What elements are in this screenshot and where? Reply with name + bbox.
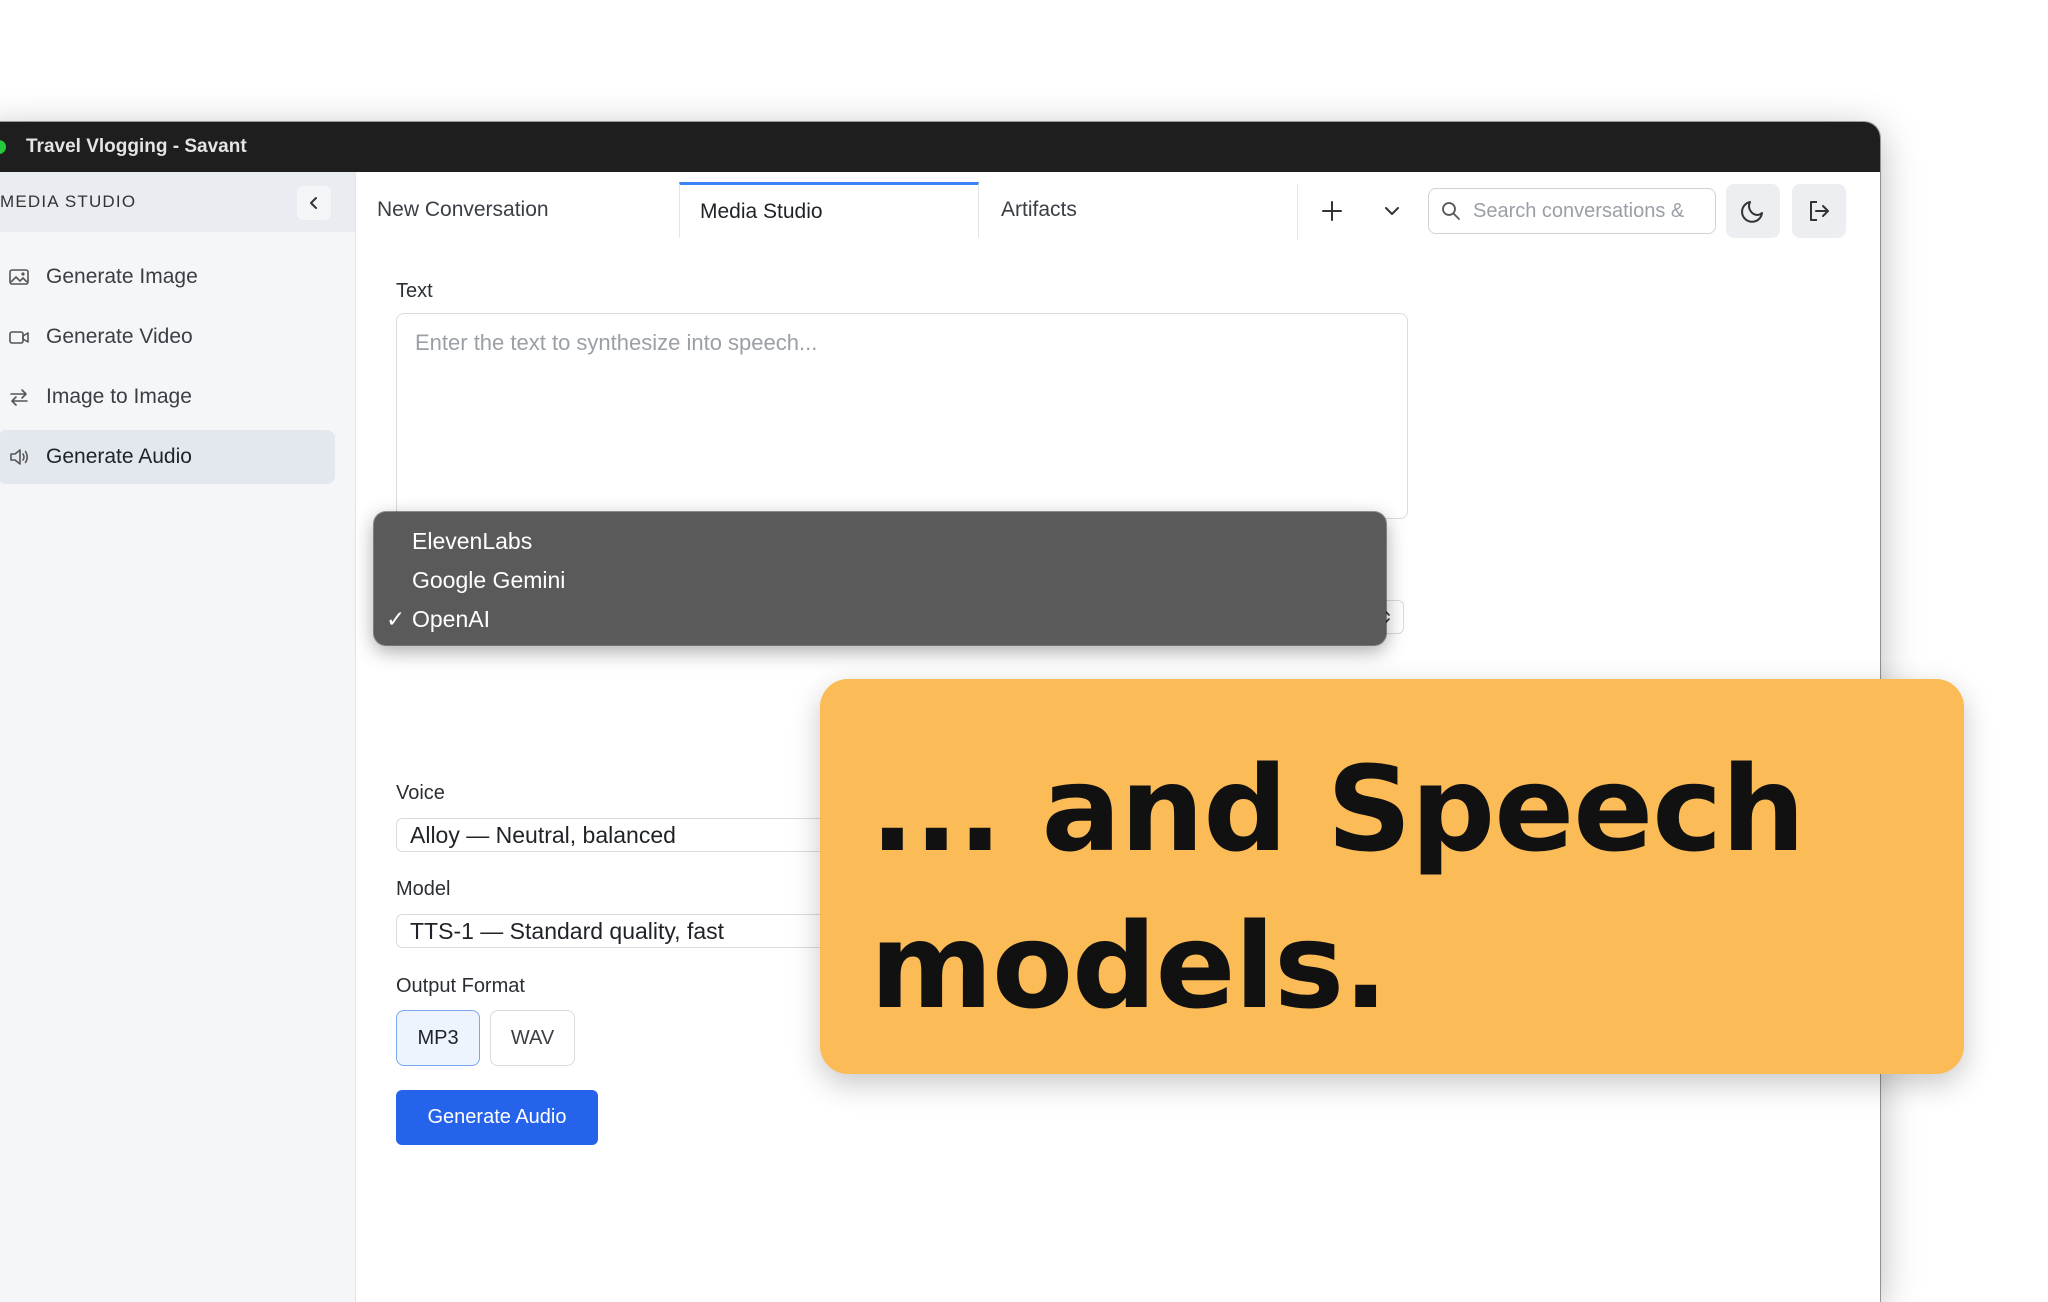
callout-text: ... and Speech models. [870,740,1805,1035]
sidebar-title: MEDIA STUDIO [0,192,137,211]
menu-item-elevenlabs[interactable]: ElevenLabs [374,522,1386,561]
sidebar: MEDIA STUDIO Generate Image Generate Vid… [0,172,356,1302]
callout-banner: ... and Speech models. [820,679,1964,1074]
new-tab-button[interactable] [1305,184,1359,238]
voice-select[interactable]: Alloy — Neutral, balanced [396,818,846,852]
window-control-dot[interactable] [0,140,6,154]
text-input[interactable] [396,313,1408,519]
tab-label: Media Studio [700,199,823,223]
sidebar-item-label: Generate Audio [46,445,192,468]
menu-item-google-gemini[interactable]: Google Gemini [374,561,1386,600]
image-icon [8,266,30,288]
menu-item-label: OpenAI [412,606,490,632]
provider-dropdown-menu: ElevenLabs Google Gemini ✓ OpenAI [374,512,1386,645]
sidebar-item-label: Generate Video [46,325,193,348]
tab-bar: New Conversation Media Studio Artifacts [357,172,1880,252]
speaker-icon [8,446,30,468]
sidebar-nav: Generate Image Generate Video Image to I… [0,232,355,484]
tab-media-studio[interactable]: Media Studio [679,182,979,238]
logout-button[interactable] [1792,184,1846,238]
collapse-sidebar-button[interactable] [297,186,331,220]
tab-label: Artifacts [1001,198,1077,221]
tab-label: New Conversation [377,198,549,221]
menu-item-openai[interactable]: ✓ OpenAI [374,600,1386,639]
generate-audio-button[interactable]: Generate Audio [396,1090,598,1145]
output-format-label: Output Format [396,975,525,997]
search-input[interactable] [1473,199,1693,223]
tab-divider [1297,184,1298,240]
search-field[interactable] [1428,188,1716,234]
voice-label: Voice [396,782,445,804]
tab-artifacts[interactable]: Artifacts [981,182,1281,238]
chevron-down-icon [1385,207,1399,215]
text-label: Text [396,280,433,302]
title-bar: Travel Vlogging - Savant [0,122,1880,172]
swap-arrows-icon [8,386,30,408]
audio-form: Text [396,280,1408,524]
model-label: Model [396,878,451,900]
chevron-left-icon [310,197,317,209]
dark-mode-toggle[interactable] [1726,184,1780,238]
search-icon [1442,202,1460,220]
model-select[interactable]: TTS-1 — Standard quality, fast [396,914,846,948]
sidebar-item-generate-video[interactable]: Generate Video [0,310,335,364]
plus-icon [1322,201,1342,221]
checkmark-icon: ✓ [386,606,406,632]
sidebar-item-generate-audio[interactable]: Generate Audio [0,430,335,484]
menu-item-label: Google Gemini [412,567,566,593]
sidebar-item-generate-image[interactable]: Generate Image [0,250,335,304]
sidebar-header: MEDIA STUDIO [0,172,355,232]
tab-new-conversation[interactable]: New Conversation [357,182,657,238]
tabs-dropdown-button[interactable] [1365,184,1419,238]
window-title: Travel Vlogging - Savant [26,136,247,157]
format-mp3-button[interactable]: MP3 [396,1010,480,1066]
sidebar-item-label: Image to Image [46,385,192,408]
menu-item-label: ElevenLabs [412,528,533,554]
sidebar-item-image-to-image[interactable]: Image to Image [0,370,335,424]
moon-icon [1741,201,1763,223]
sidebar-item-label: Generate Image [46,265,198,288]
video-icon [8,326,30,348]
logout-icon [1810,201,1829,221]
format-wav-button[interactable]: WAV [490,1010,575,1066]
